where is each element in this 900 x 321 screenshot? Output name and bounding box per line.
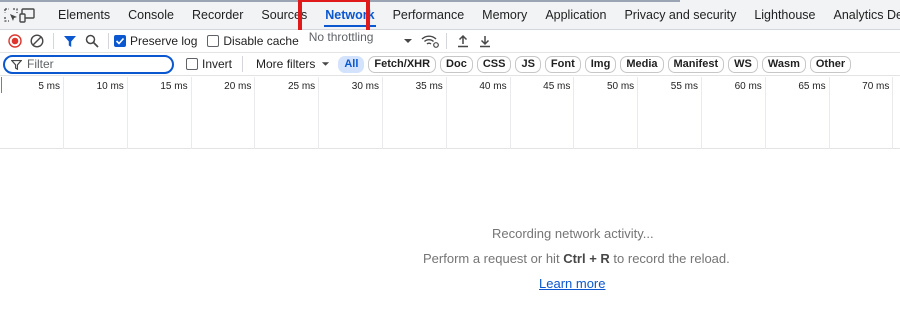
tab-elements[interactable]: Elements (49, 0, 119, 30)
toolbar-divider (53, 33, 54, 49)
filter-chip-all[interactable]: All (338, 55, 365, 73)
tab-list: Elements Console Recorder Sources Network Per… (49, 0, 900, 30)
more-filters-dropdown[interactable]: More filters (256, 57, 330, 71)
filter-bar: Invert More filters AllFetch/XHRDocCSSJS… (0, 53, 900, 76)
timeline-tick-label: 10 ms (96, 81, 124, 92)
filter-icon (11, 59, 22, 70)
disable-cache-checkbox[interactable]: Disable cache (207, 34, 299, 48)
filter-chip-manifest[interactable]: Manifest (667, 55, 725, 73)
timeline-tick-label: 50 ms (606, 81, 635, 92)
filter-chip-fetch-xhr[interactable]: Fetch/XHR (368, 55, 437, 73)
invert-checkbox[interactable]: Invert (186, 57, 232, 71)
reload-hint-after: to record the reload. (613, 251, 730, 266)
checkbox-checked-icon (114, 35, 126, 47)
throttling-value: No throttling (308, 30, 374, 44)
timeline-tick-label: 60 ms (734, 81, 762, 92)
timeline-tick-label: 55 ms (670, 81, 698, 92)
timeline-tick-label: 25 ms (287, 81, 316, 92)
wifi-settings-icon (421, 35, 440, 48)
filter-toggle-button[interactable] (59, 30, 81, 52)
preserve-log-label: Preserve log (130, 34, 198, 48)
reload-hint-before: Perform a request or hit (423, 251, 560, 266)
toolbar-divider (446, 33, 448, 49)
invert-label: Invert (202, 57, 233, 71)
preserve-log-checkbox[interactable]: Preserve log (114, 34, 197, 48)
timeline-tick-label: 30 ms (351, 81, 379, 92)
timeline-tick-label: 70 ms (862, 81, 890, 92)
inspect-element-icon[interactable] (3, 4, 19, 26)
filter-chip-other[interactable]: Other (809, 55, 852, 73)
tab-console[interactable]: Console (119, 0, 183, 30)
filter-input[interactable] (27, 57, 157, 71)
filter-chip-img[interactable]: Img (584, 55, 617, 73)
timeline-tick-label: 15 ms (160, 81, 188, 92)
tab-recorder[interactable]: Recorder (183, 0, 252, 30)
timeline-tick-label: 5 ms (38, 81, 60, 92)
search-button[interactable] (81, 30, 103, 52)
filter-chip-wasm[interactable]: Wasm (761, 55, 806, 73)
network-overview-timeline: 5 ms 10 ms 15 ms 20 ms 25 ms 30 ms 35 ms 40 ms 4… (0, 77, 900, 149)
export-har-button[interactable] (474, 30, 496, 52)
timeline-gridline (892, 77, 894, 149)
tab-sources[interactable]: Sources (252, 0, 316, 30)
filter-divider (242, 56, 244, 72)
tab-performance[interactable]: Performance (384, 0, 474, 30)
tab-application[interactable]: Application (536, 0, 615, 30)
filter-chip-js[interactable]: JS (515, 55, 541, 73)
record-button[interactable] (4, 30, 26, 52)
empty-state: Recording network activity... Perform a … (0, 150, 900, 321)
reload-shortcut: Ctrl + R (563, 251, 610, 266)
import-har-button[interactable] (452, 30, 474, 52)
timeline-tick-label: 20 ms (224, 81, 252, 92)
device-toolbar-icon[interactable] (19, 4, 37, 26)
throttling-select[interactable]: No throttling (309, 30, 414, 52)
resource-type-filters: All Fetch/XHR Doc CSS JS Font Img Media Manifest… (338, 55, 852, 73)
checkbox-unchecked-icon (207, 35, 220, 47)
timeline-tick-label: 45 ms (543, 81, 571, 92)
dropdown-arrow-icon (322, 62, 330, 66)
disable-cache-label: Disable cache (223, 34, 299, 48)
network-conditions-button[interactable] (419, 30, 441, 52)
network-toolbar: Preserve log Disable cache No throttling (0, 30, 900, 53)
filter-chip-css[interactable]: CSS (476, 55, 512, 73)
reload-hint: Perform a request or hit Ctrl + R to rec… (423, 251, 730, 266)
filter-chip-ws[interactable]: WS (728, 55, 758, 73)
upload-icon (458, 34, 469, 48)
timeline-tick-label: 65 ms (798, 81, 826, 92)
download-icon (480, 36, 491, 48)
filter-chip-doc[interactable]: Doc (440, 55, 473, 73)
dropdown-arrow-icon (404, 39, 413, 43)
toolbar-divider (108, 33, 109, 49)
tab-memory[interactable]: Memory (473, 0, 536, 30)
tab-network[interactable]: Network (316, 0, 383, 30)
timeline-tick-label: 35 ms (415, 81, 443, 92)
filter-chip-font[interactable]: Font (544, 55, 581, 73)
filter-chip-media[interactable]: Media (620, 55, 664, 73)
devtools-tab-bar: Elements Console Recorder Sources Network Per… (0, 0, 900, 39)
learn-more-link[interactable]: Learn more (539, 276, 605, 291)
filter-input-box[interactable] (3, 54, 174, 74)
recording-message: Recording network activity... (492, 226, 654, 241)
tab-analytics-debugger[interactable]: Analytics Debugger (825, 0, 900, 30)
more-filters-label: More filters (256, 57, 316, 71)
checkbox-unchecked-icon (186, 58, 198, 70)
timeline-tick-label: 40 ms (479, 81, 507, 92)
tab-privacy-and-security[interactable]: Privacy and security (615, 0, 745, 30)
clear-button[interactable] (26, 30, 48, 52)
tab-lighthouse[interactable]: Lighthouse (745, 0, 824, 30)
